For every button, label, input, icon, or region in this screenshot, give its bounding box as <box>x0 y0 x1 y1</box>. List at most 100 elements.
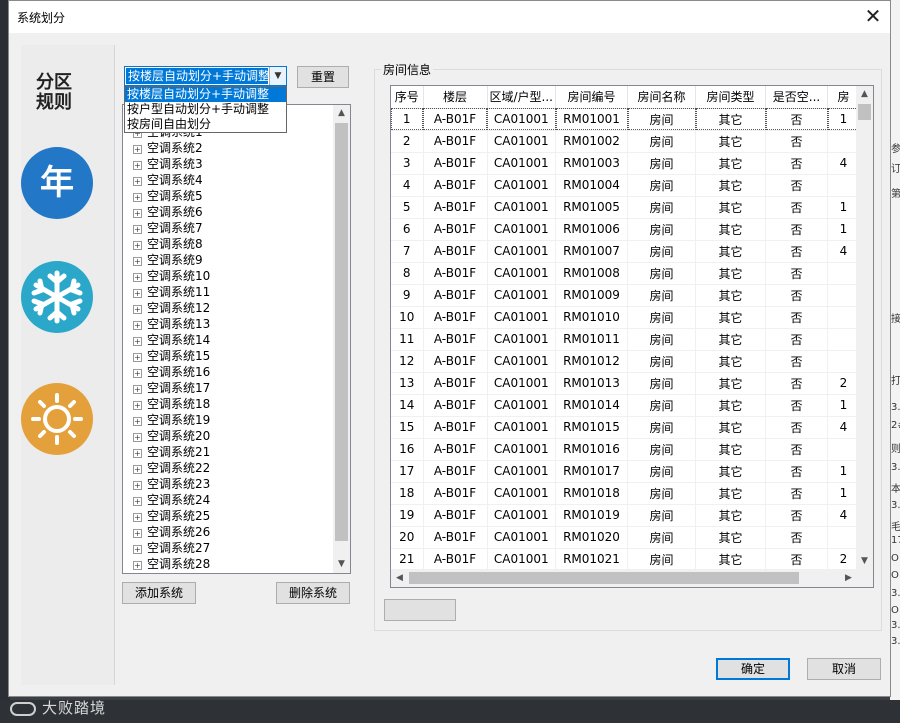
expand-icon[interactable]: + <box>133 209 142 218</box>
scroll-left-icon[interactable]: ◀ <box>391 569 408 587</box>
tree-item-system[interactable]: + 空调系统7 <box>123 220 333 236</box>
table-row[interactable]: 5 A-B01F CA01001 RM01005 房间 其它否 1 <box>391 196 860 219</box>
table-row[interactable]: 20 A-B01F CA01001 RM01020 房间 其它否 <box>391 526 860 549</box>
tree-item-system[interactable]: + 空调系统9 <box>123 252 333 268</box>
table-row[interactable]: 6 A-B01F CA01001 RM01006 房间 其它否 1 <box>391 218 860 241</box>
table-row[interactable]: 2 A-B01F CA01001 RM01002 房间 其它否 <box>391 130 860 153</box>
tree-item-system[interactable]: + 空调系统19 <box>123 412 333 428</box>
table-row[interactable]: 13 A-B01F CA01001 RM01013 房间 其它否 2 <box>391 372 860 395</box>
scroll-up-icon[interactable]: ▲ <box>333 105 350 122</box>
expand-icon[interactable]: + <box>133 241 142 250</box>
expand-icon[interactable]: + <box>133 225 142 234</box>
tree-item-system[interactable]: + 空调系统24 <box>123 492 333 508</box>
chevron-down-icon[interactable]: ▼ <box>269 67 286 85</box>
tree-scroll-thumb[interactable] <box>335 123 348 541</box>
table-vertical-scrollbar[interactable]: ▲ ▼ <box>856 86 873 570</box>
tree-item-system[interactable]: + 空调系统23 <box>123 476 333 492</box>
scroll-up-icon[interactable]: ▲ <box>856 86 873 103</box>
table-row[interactable]: 1 A-B01F CA01001 RM01001 房间 其它否 1 <box>391 108 860 131</box>
expand-icon[interactable]: + <box>133 465 142 474</box>
add-room-button[interactable] <box>384 599 456 621</box>
tree-item-system[interactable]: + 空调系统21 <box>123 444 333 460</box>
tree-item-system[interactable]: + 空调系统18 <box>123 396 333 412</box>
tree-item-system[interactable]: + 空调系统11 <box>123 284 333 300</box>
table-row[interactable]: 8 A-B01F CA01001 RM01008 房间 其它否 <box>391 262 860 285</box>
table-row[interactable]: 12 A-B01F CA01001 RM01012 房间 其它否 <box>391 350 860 373</box>
partition-mode-select[interactable]: 按楼层自动划分+手动调整 ▼ <box>124 66 287 86</box>
table-hscroll-thumb[interactable] <box>409 572 799 584</box>
tree-vertical-scrollbar[interactable]: ▲ ▼ <box>333 105 350 573</box>
expand-icon[interactable]: + <box>133 561 142 570</box>
table-row[interactable]: 10 A-B01F CA01001 RM01010 房间 其它否 <box>391 306 860 329</box>
partition-mode-option[interactable]: 按户型自动划分+手动调整 <box>125 102 286 117</box>
expand-icon[interactable]: + <box>133 545 142 554</box>
table-row[interactable]: 3 A-B01F CA01001 RM01003 房间 其它否 4 <box>391 152 860 175</box>
ok-button[interactable]: 确定 <box>716 658 790 680</box>
table-row[interactable]: 7 A-B01F CA01001 RM01007 房间 其它否 4 <box>391 240 860 263</box>
table-horizontal-scrollbar[interactable]: ◀ ▶ <box>391 569 873 587</box>
expand-icon[interactable]: + <box>133 337 142 346</box>
expand-icon[interactable]: + <box>133 385 142 394</box>
table-row[interactable]: 4 A-B01F CA01001 RM01004 房间 其它否 <box>391 174 860 197</box>
tree-item-system[interactable]: + 空调系统20 <box>123 428 333 444</box>
column-header[interactable]: 序号 <box>391 86 424 109</box>
reset-button[interactable]: 重置 <box>297 66 349 88</box>
tree-item-system[interactable]: + 空调系统28 <box>123 556 333 572</box>
expand-icon[interactable]: + <box>133 369 142 378</box>
expand-icon[interactable]: + <box>133 161 142 170</box>
table-row[interactable]: 16 A-B01F CA01001 RM01016 房间 其它否 <box>391 438 860 461</box>
expand-icon[interactable]: + <box>133 497 142 506</box>
delete-system-button[interactable]: 删除系统 <box>276 582 350 604</box>
column-header[interactable]: 区域/户型... <box>487 86 556 109</box>
tree-item-system[interactable]: + 空调系统4 <box>123 172 333 188</box>
tree-item-system[interactable]: + 空调系统10 <box>123 268 333 284</box>
column-header[interactable]: 房间类型 <box>695 86 766 109</box>
scroll-right-icon[interactable]: ▶ <box>840 569 857 587</box>
expand-icon[interactable]: + <box>133 305 142 314</box>
expand-icon[interactable]: + <box>133 401 142 410</box>
expand-icon[interactable]: + <box>133 417 142 426</box>
expand-icon[interactable]: + <box>133 481 142 490</box>
partition-mode-option[interactable]: 按房间自由划分 <box>125 117 286 132</box>
column-header[interactable]: 是否空... <box>765 86 828 109</box>
partition-mode-option[interactable]: 按楼层自动划分+手动调整 <box>125 87 286 102</box>
sun-icon[interactable] <box>21 383 93 455</box>
expand-icon[interactable]: + <box>133 145 142 154</box>
tree-item-system[interactable]: + 空调系统6 <box>123 204 333 220</box>
scroll-down-icon[interactable]: ▼ <box>333 556 350 573</box>
year-icon[interactable]: 年 <box>21 147 93 219</box>
expand-icon[interactable]: + <box>133 289 142 298</box>
tree-item-system[interactable]: + 空调系统25 <box>123 508 333 524</box>
table-row[interactable]: 19 A-B01F CA01001 RM01019 房间 其它否 4 <box>391 504 860 527</box>
tree-item-system[interactable]: + 空调系统17 <box>123 380 333 396</box>
snowflake-icon[interactable] <box>21 261 93 333</box>
table-row[interactable]: 11 A-B01F CA01001 RM01011 房间 其它否 <box>391 328 860 351</box>
table-row[interactable]: 15 A-B01F CA01001 RM01015 房间 其它否 4 <box>391 416 860 439</box>
table-row[interactable]: 14 A-B01F CA01001 RM01014 房间 其它否 1 <box>391 394 860 417</box>
close-button[interactable]: ✕ <box>856 1 890 33</box>
table-row[interactable]: 17 A-B01F CA01001 RM01017 房间 其它否 1 <box>391 460 860 483</box>
column-header[interactable]: 楼层 <box>423 86 488 109</box>
expand-icon[interactable]: + <box>133 529 142 538</box>
tree-item-system[interactable]: + 空调系统27 <box>123 540 333 556</box>
tree-item-system[interactable]: + 空调系统13 <box>123 316 333 332</box>
tree-item-system[interactable]: + 空调系统2 <box>123 140 333 156</box>
expand-icon[interactable]: + <box>133 177 142 186</box>
tree-item-system[interactable]: + 空调系统22 <box>123 460 333 476</box>
tree-item-system[interactable]: + 空调系统14 <box>123 332 333 348</box>
tree-item-system[interactable]: + 空调系统12 <box>123 300 333 316</box>
expand-icon[interactable]: + <box>133 321 142 330</box>
expand-icon[interactable]: + <box>133 353 142 362</box>
expand-icon[interactable]: + <box>133 433 142 442</box>
table-row[interactable]: 21 A-B01F CA01001 RM01021 房间 其它否 2 <box>391 548 860 571</box>
expand-icon[interactable]: + <box>133 257 142 266</box>
expand-icon[interactable]: + <box>133 193 142 202</box>
tree-item-system[interactable]: + 空调系统15 <box>123 348 333 364</box>
column-header[interactable]: 房间名称 <box>627 86 696 109</box>
table-row[interactable]: 9 A-B01F CA01001 RM01009 房间 其它否 <box>391 284 860 307</box>
tree-item-system[interactable]: + 空调系统5 <box>123 188 333 204</box>
column-header[interactable]: 房间编号 <box>555 86 628 109</box>
table-row[interactable]: 18 A-B01F CA01001 RM01018 房间 其它否 1 <box>391 482 860 505</box>
table-scroll-thumb[interactable] <box>858 104 871 120</box>
scroll-down-icon[interactable]: ▼ <box>856 553 873 570</box>
